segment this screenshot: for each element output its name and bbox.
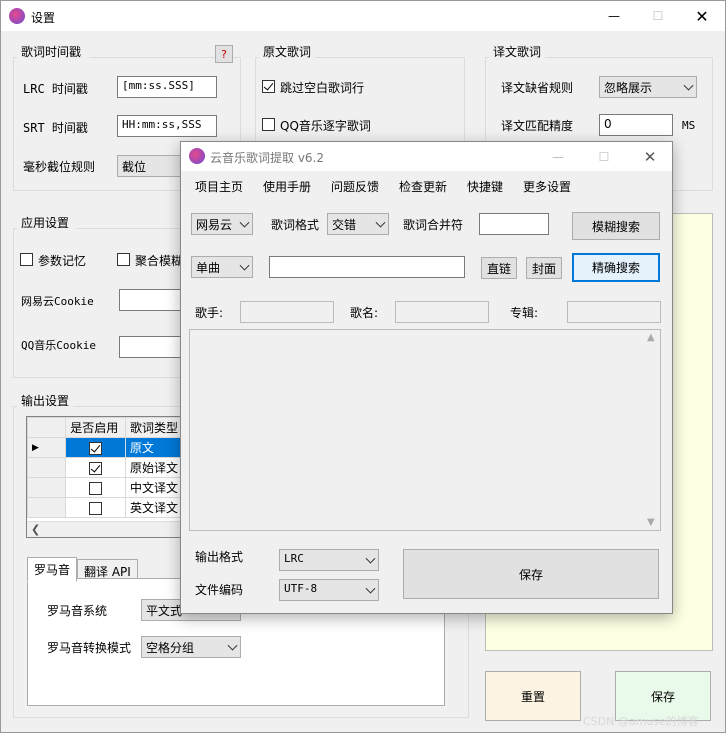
lrc-timestamp-input[interactable]: [mm:ss.SSS]	[117, 76, 217, 98]
close-icon[interactable]: ✕	[679, 1, 725, 31]
close-icon[interactable]: ✕	[627, 142, 673, 171]
enabled-checkbox[interactable]	[89, 501, 103, 515]
grid-horizontal-scrollbar[interactable]: ❮	[27, 521, 195, 537]
song-label: 歌名:	[350, 306, 379, 320]
param-memory-label: 参数记忆	[38, 254, 87, 268]
help-button[interactable]: ?	[215, 45, 233, 63]
aggregate-checkbox[interactable]	[117, 253, 130, 266]
merge-label: 歌词合并符	[403, 218, 464, 232]
srt-timestamp-input[interactable]: HH:mm:ss,SSS	[117, 115, 217, 137]
chevron-down-icon	[375, 217, 386, 228]
trans-match-input[interactable]: 0	[599, 114, 673, 136]
menu-item-homepage[interactable]: 项目主页	[195, 178, 243, 195]
maximize-icon[interactable]: ☐	[581, 142, 627, 171]
trans-missing-select[interactable]: 忽略展示	[599, 76, 697, 98]
lyric-textarea[interactable]: ▲ ▼	[189, 329, 661, 531]
album-label: 专辑:	[510, 306, 539, 320]
group-title-original-lyric: 原文歌词	[263, 45, 312, 59]
trans-missing-label: 译文缺省规则	[501, 81, 574, 95]
romaji-mode-label: 罗马音转换模式	[47, 641, 132, 655]
table-row[interactable]: 原始译文	[27, 457, 195, 478]
group-title-lyric-timestamp: 歌词时间戳	[21, 45, 82, 59]
table-row[interactable]: ▶ 原文	[27, 437, 195, 458]
app-logo-icon	[189, 148, 205, 164]
table-row[interactable]: 中文译文	[27, 477, 195, 498]
tab-romaji[interactable]: 罗马音	[27, 557, 78, 582]
grid-header-enabled[interactable]: 是否启用	[65, 417, 126, 438]
direct-link-button[interactable]: 直链	[481, 257, 517, 279]
trans-match-label: 译文匹配精度	[501, 119, 574, 133]
romaji-system-label: 罗马音系统	[47, 604, 108, 618]
output-format-select[interactable]: LRC	[279, 549, 379, 571]
menu-item-manual[interactable]: 使用手册	[263, 178, 311, 195]
skip-blank-checkbox[interactable]	[262, 80, 275, 93]
encoding-select[interactable]: UTF-8	[279, 579, 379, 601]
chevron-down-icon	[239, 260, 250, 271]
chevron-down-icon	[227, 640, 238, 651]
netease-cookie-label: 网易云Cookie	[21, 295, 94, 308]
source-select[interactable]: 网易云	[191, 213, 253, 235]
skip-blank-label: 跳过空白歌词行	[280, 81, 365, 95]
app-logo-icon	[9, 8, 25, 24]
trans-match-unit: MS	[682, 119, 696, 132]
lyric-format-label: 歌词格式	[271, 218, 320, 232]
param-memory-checkbox[interactable]	[20, 253, 33, 266]
main-save-button[interactable]: 保存	[403, 549, 659, 599]
main-window: 云音乐歌词提取 v6.2 — ☐ ✕ 项目主页 使用手册 问题反馈 检查更新 快…	[180, 141, 673, 614]
song-field[interactable]	[395, 301, 489, 323]
table-row[interactable]: 英文译文	[27, 497, 195, 518]
minimize-icon[interactable]: —	[591, 1, 637, 31]
watermark: CSDN @amuse的博客	[583, 715, 699, 728]
romaji-mode-select[interactable]: 空格分组	[141, 636, 241, 658]
scroll-up-icon[interactable]: ▲	[647, 332, 655, 343]
settings-title: 设置	[31, 11, 56, 25]
chevron-down-icon	[239, 217, 250, 228]
menu-item-feedback[interactable]: 问题反馈	[331, 178, 379, 195]
menu-item-check-update[interactable]: 检查更新	[399, 178, 447, 195]
qq-word-checkbox[interactable]	[262, 118, 275, 131]
scroll-left-icon[interactable]: ❮	[31, 523, 40, 536]
main-title: 云音乐歌词提取 v6.2	[210, 151, 325, 165]
singer-label: 歌手:	[195, 306, 224, 320]
enabled-checkbox[interactable]	[89, 481, 103, 495]
menu-item-more-settings[interactable]: 更多设置	[523, 178, 571, 195]
enabled-checkbox[interactable]	[89, 441, 103, 455]
chevron-down-icon	[365, 583, 376, 594]
enabled-checkbox[interactable]	[89, 461, 103, 475]
menu-item-shortcuts[interactable]: 快捷键	[467, 178, 503, 195]
srt-timestamp-label: SRT 时间戳	[23, 121, 88, 135]
aggregate-label: 聚合模糊	[135, 254, 184, 268]
main-title-bar[interactable]: 云音乐歌词提取 v6.2 — ☐ ✕	[181, 142, 672, 171]
chevron-down-icon	[365, 553, 376, 564]
group-title-output-settings: 输出设置	[21, 394, 70, 408]
maximize-icon[interactable]: ☐	[635, 1, 681, 31]
lyric-type-grid[interactable]: 是否启用 歌词类型 ▶ 原文 原始译文 中文译文 英文译文 ❮	[26, 416, 196, 538]
lrc-timestamp-label: LRC 时间戳	[23, 82, 88, 96]
reset-button[interactable]: 重置	[485, 671, 581, 721]
settings-title-bar[interactable]: 设置 — ☐ ✕	[1, 1, 725, 31]
qq-word-label: QQ音乐逐字歌词	[280, 119, 371, 133]
cover-button[interactable]: 封面	[526, 257, 562, 279]
ms-rule-select[interactable]: 截位	[117, 155, 187, 177]
vertical-scrollbar[interactable]: ▲ ▼	[644, 330, 660, 530]
group-title-app-settings: 应用设置	[21, 216, 70, 230]
exact-search-button[interactable]: 精确搜索	[572, 253, 660, 282]
ms-rule-label: 毫秒截位规则	[23, 160, 96, 174]
search-input[interactable]	[269, 256, 465, 278]
album-field[interactable]	[567, 301, 661, 323]
fuzzy-search-button[interactable]: 模糊搜索	[572, 212, 660, 240]
group-title-translation-lyric: 译文歌词	[493, 45, 542, 59]
merge-input[interactable]	[479, 213, 549, 235]
chevron-down-icon	[683, 80, 694, 91]
mode-select[interactable]: 单曲	[191, 256, 253, 278]
encoding-label: 文件编码	[195, 583, 244, 597]
output-format-label: 输出格式	[195, 550, 244, 564]
scroll-down-icon[interactable]: ▼	[647, 517, 655, 528]
minimize-icon[interactable]: —	[535, 142, 581, 171]
lyric-format-select[interactable]: 交错	[327, 213, 389, 235]
singer-field[interactable]	[240, 301, 334, 323]
qq-cookie-label: QQ音乐Cookie	[21, 339, 96, 352]
